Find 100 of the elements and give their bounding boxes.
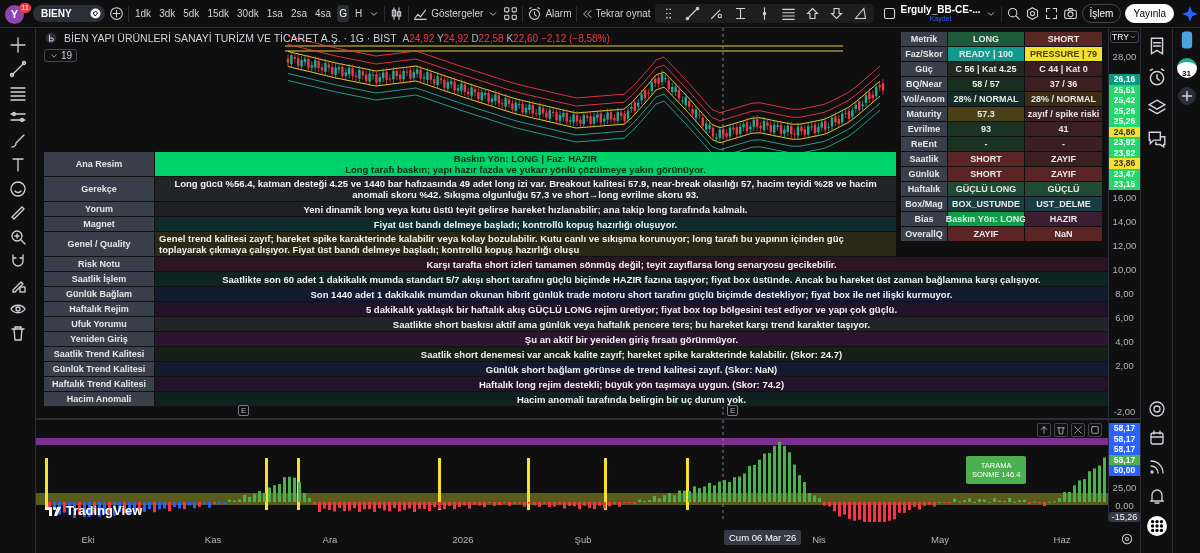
event-marker[interactable]: E [727,405,739,416]
interval-tab[interactable]: 15dk [205,5,232,22]
price-tick: 16,00 [1112,192,1137,204]
indicators-icon[interactable] [413,6,429,21]
trend-line-icon[interactable] [684,6,700,21]
metric-label: Evrilme [901,122,947,136]
alarm-clock-icon[interactable] [527,6,543,21]
row-label: Yorum [44,202,155,216]
metric-label: OverallQ [901,227,947,241]
signal-bar [686,458,689,510]
metric-label: BQ/Near [901,77,947,91]
sparkle-icon[interactable] [1182,5,1199,22]
settings-icon[interactable] [1120,532,1134,546]
price-tick: -2,00 [1113,406,1136,418]
caret-icon[interactable] [1128,33,1137,41]
trend-line-icon[interactable] [8,60,27,78]
square-icon[interactable] [881,6,897,21]
calendar-icon[interactable] [1147,429,1166,447]
row-label: Ufuk Yorumu [44,317,155,331]
event-marker[interactable]: E [238,405,250,416]
interval-tab[interactable]: 1dk [133,5,154,22]
interval-tab[interactable]: 30dk [235,5,261,22]
crosshair-value-label: -15,26 [1109,512,1140,522]
add-symbol-icon[interactable] [109,6,124,21]
horizontal-lines-icon[interactable] [8,84,27,102]
zoom-in-icon[interactable] [8,228,27,246]
time-label: Haz [1053,534,1071,545]
metric-value: UST_DELME [1025,197,1102,211]
metric-value: 41 [1025,122,1102,136]
metric-value: C 44 | Kat 0 [1025,62,1102,76]
symbol-search-field[interactable]: BIENY [33,5,105,22]
crosshair-icon[interactable] [8,36,27,54]
rewind-icon[interactable] [580,7,593,20]
metric-value: ZAYIF [948,227,1024,241]
interval-tab[interactable]: 4sa [313,5,334,22]
arrow-up-icon[interactable] [804,6,820,21]
metric-header: SHORT [1025,32,1102,46]
quick-search-icon[interactable] [1005,6,1021,21]
metric-value: 28% / NORMAL [948,92,1024,106]
layout-name[interactable]: Erguly_BB-CE-... [900,4,981,14]
currency-dropdown[interactable]: TRY [1110,31,1139,43]
interval-tab[interactable]: H [352,5,365,22]
interval-tab[interactable]: 2sa [288,5,309,22]
ohlc-values: A24,92 Y24,92 D22,58 K22,60 −2,12 (−8,58%) [402,32,610,44]
diamond-icon [89,7,102,20]
row-text: Yeni dinamik long veya kutu üstü teyit gelirse hareket hızlanabilir; ana takip long tarafında kalmalı. [155,202,896,216]
row-text: Fiyat üst bandı delmeye başladı; kontrollü kopuş hazırlığı oluşuyor. [155,217,896,231]
camera-icon[interactable] [1062,6,1078,21]
fullscreen-icon[interactable] [1043,6,1059,21]
price-tick: 28,00 [1112,51,1137,63]
settings-icon[interactable] [1024,6,1040,21]
row-text: Son 1440 adet 1 dakikalık mumdan okunan hibrit günlük trade motoru short tarafını güçlü biçimde destekliyor; fiyat box ile net ilişki kurmuyor. [155,287,1108,301]
bell-icon[interactable] [1147,487,1166,505]
metric-value: SHORT [948,167,1024,181]
indicator-value-label: 58,17 [1109,433,1140,444]
row-text: Şu an aktif bir yeniden giriş fırsatı görünmüyor. [155,332,1108,346]
indicator-count-toggle[interactable]: 19 [44,49,78,62]
plus-icon[interactable] [1176,86,1197,106]
chat-icon[interactable] [1146,129,1167,149]
metric-value: HAZIR [1025,212,1102,226]
time-label: Şub [574,534,592,545]
interval-tab[interactable]: G [337,5,349,22]
parallel-lines-icon[interactable] [780,6,796,21]
metric-label: Bias [901,212,947,226]
calendar-day-icon[interactable]: 31 [1176,58,1197,78]
signal-bar [45,458,48,510]
interval-tab[interactable]: 5dk [181,5,202,22]
publish-button[interactable]: Yayınla [1125,4,1175,23]
layout-grid-icon[interactable] [503,6,519,21]
row-label: Yeniden Giriş [44,332,155,346]
row-text: Saatlik short denemesi var ancak kalite zayıf; hareket spike karakterinde kalabilir. (Skor: 24.7) [155,347,1108,361]
interval-tab[interactable]: 3dk [157,5,178,22]
price-tick: 4,00 [1115,336,1134,348]
row-text: Karşı tarafta short izleri tamamen sönmüş değil; teyit zayıflarsa long senaryosu gecikebilir. [155,257,1108,271]
replay-button[interactable]: Tekrar oynat [595,8,651,19]
time-label: 2026 [452,534,474,545]
metric-value: 58 / 57 [948,77,1024,91]
row-label: Gerekçe [44,177,155,201]
price-tick: 2,00 [1115,360,1134,372]
arrow-down-icon[interactable] [828,6,844,21]
interval-tab[interactable]: 1sa [264,5,285,22]
symbol-title: BİEN YAPI ÜRÜNLERİ SANAYİ TURİZM VE TİCARET A.Ş. · 1G · BIST [64,32,397,44]
indicator-tick: 25,00 [1111,482,1138,493]
target-icon[interactable] [1147,400,1166,418]
indicators-button[interactable]: Göstergeler [431,8,484,19]
metric-value: 93 [948,122,1024,136]
price-label: 26,16 [1109,74,1140,85]
row-text: Saatlikte son 60 adet 1 dakikalık mumda standart 5/7 akışı short tarafını güçlü biçimde HAZIR fazına taşıyor; fiyat box üstünde. Ancak bu hareket üst zaman bağlamına karşı çalışıyor. [155,272,1108,286]
metric-label: ReEnt [901,137,947,151]
price-label: 23,92 [1109,137,1140,148]
indicator-value-label: 58,17 [1109,444,1140,455]
signal-bar [527,458,530,510]
price-label: 23,47 [1109,168,1140,179]
smiley-icon[interactable] [8,180,27,198]
price-label: 23,92 [1109,147,1140,158]
alarm-button[interactable]: Alarm [545,8,572,19]
metric-label: Günlük [901,167,947,181]
price-tick: 6,00 [1115,312,1134,324]
metric-label: Haftalık [901,182,947,196]
price-label: 25,26 [1109,116,1140,127]
